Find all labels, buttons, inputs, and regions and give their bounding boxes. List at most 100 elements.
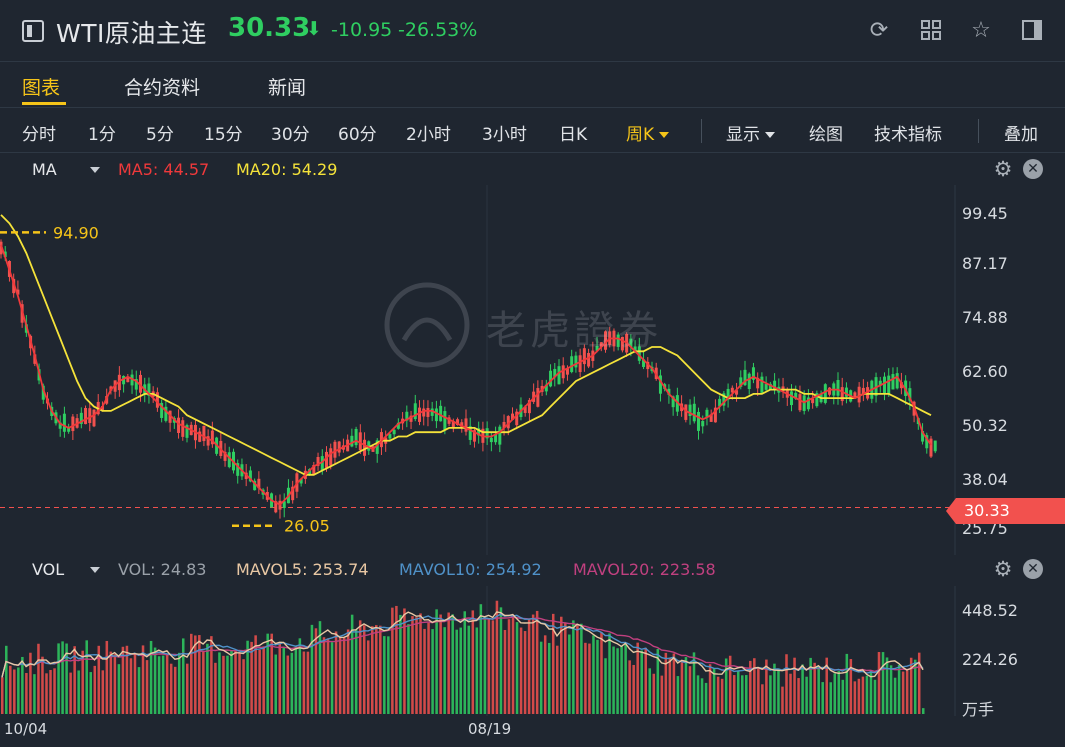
grid-icon[interactable]	[919, 19, 943, 43]
volume-bar	[383, 636, 386, 714]
volume-bar	[491, 620, 495, 714]
close-icon[interactable]: ✕	[1023, 159, 1043, 179]
period-daily[interactable]: 日K	[559, 120, 587, 145]
volume-bar	[61, 641, 64, 714]
sidebar-toggle-icon[interactable]	[22, 20, 44, 42]
volume-bar	[636, 642, 639, 714]
candle-body	[578, 355, 582, 373]
candle-body	[790, 391, 793, 406]
candle-body	[823, 384, 827, 403]
period-5min[interactable]: 5分	[146, 120, 174, 145]
volume-bar	[459, 627, 462, 714]
volume-bar	[475, 627, 479, 714]
volume-bar	[403, 608, 406, 714]
volume-bar	[503, 629, 507, 714]
volume-bar	[41, 656, 44, 714]
volume-bar	[198, 635, 201, 714]
vol-indicator-selector[interactable]: VOL	[32, 560, 64, 579]
period-1min[interactable]: 1分	[88, 120, 116, 145]
volume-bar	[805, 676, 808, 714]
volume-bar	[89, 672, 92, 714]
volume-bar	[371, 626, 374, 714]
volume-bar	[592, 635, 595, 714]
volume-bar	[177, 652, 181, 714]
tab-chart[interactable]: 图表	[22, 73, 60, 100]
header: WTI原油主连 30.33 ⬇ -10.95 -26.53% ⟳ ☆	[0, 0, 1065, 62]
volume-bar	[753, 658, 756, 714]
gear-icon[interactable]: ⚙	[991, 557, 1015, 581]
volume-bar	[262, 646, 265, 714]
volume-bar	[362, 625, 366, 714]
volume-bar	[411, 616, 414, 714]
volume-bar	[600, 632, 603, 714]
volume-bar	[326, 638, 330, 714]
volume-bar	[921, 708, 925, 714]
close-icon[interactable]: ✕	[1023, 559, 1043, 579]
period-timeshare[interactable]: 分时	[22, 120, 56, 145]
volume-bar	[242, 659, 245, 714]
volume-bar	[773, 663, 776, 714]
period-weekly-dropdown[interactable]: 周K	[626, 120, 670, 145]
volume-bar	[556, 645, 559, 714]
period-15min[interactable]: 15分	[204, 120, 243, 145]
period-60min[interactable]: 60分	[338, 120, 377, 145]
tab-contract-info[interactable]: 合约资料	[124, 73, 200, 100]
volume-bar	[455, 629, 458, 714]
period-30min[interactable]: 30分	[271, 120, 310, 145]
draw-button[interactable]: 绘图	[809, 120, 843, 145]
candle-body	[62, 413, 66, 432]
volume-bar	[21, 656, 24, 714]
ma-indicator-selector[interactable]: MA	[32, 160, 57, 179]
volume-bar	[865, 675, 869, 714]
price-chart[interactable]: 94.90 26.05	[0, 185, 1065, 555]
volume-bar	[704, 682, 708, 714]
volume-bar	[190, 633, 193, 714]
volume-bar	[129, 658, 133, 714]
volume-unit-label: 万手	[962, 700, 995, 719]
volume-bar	[588, 643, 591, 714]
chevron-down-icon[interactable]	[90, 567, 100, 573]
volume-bar	[684, 657, 688, 714]
display-dropdown[interactable]: 显示	[726, 120, 775, 145]
period-2hour[interactable]: 2小时	[406, 120, 451, 145]
volume-bar	[17, 667, 20, 714]
indicators-button[interactable]: 技术指标	[874, 120, 942, 145]
volume-bar	[338, 637, 342, 714]
volume-chart[interactable]	[0, 586, 1065, 716]
volume-bar	[105, 640, 109, 714]
tab-news[interactable]: 新闻	[268, 73, 306, 100]
volume-bar	[604, 658, 607, 714]
volume-bar	[543, 635, 547, 714]
gear-icon[interactable]: ⚙	[991, 157, 1015, 181]
candle-body	[434, 408, 438, 422]
divider	[701, 119, 702, 143]
volume-bar	[608, 633, 611, 714]
candle-body	[760, 376, 764, 393]
mavol10-value: MAVOL10: 254.92	[399, 560, 542, 579]
price-change: -10.95	[331, 19, 393, 41]
volume-bar	[785, 654, 788, 714]
overlay-button[interactable]: 叠加	[1004, 120, 1038, 145]
chevron-down-icon[interactable]	[90, 167, 100, 173]
star-icon[interactable]: ☆	[969, 19, 993, 43]
refresh-icon[interactable]: ⟳	[867, 19, 891, 43]
candle-body	[92, 409, 96, 427]
period-3hour[interactable]: 3小时	[482, 120, 527, 145]
instrument-title: WTI原油主连	[56, 19, 207, 48]
price-change-percent: -26.53%	[398, 19, 478, 41]
candle-body	[895, 373, 899, 389]
panel-toggle-icon[interactable]	[1020, 19, 1044, 43]
volume-bar	[230, 650, 233, 714]
volume-bar	[226, 655, 229, 714]
volume-bar	[391, 607, 394, 714]
volume-bar	[672, 653, 676, 714]
volume-bar	[423, 628, 426, 714]
volume-bar	[387, 636, 390, 714]
volume-bar	[539, 641, 543, 714]
mavol20-value: MAVOL20: 223.58	[573, 560, 716, 579]
volume-bar	[447, 612, 450, 714]
ma-indicator-bar: MA MA5: 44.57 MA20: 54.29 ⚙ ✕	[0, 154, 1065, 186]
volume-bar	[149, 640, 153, 714]
price-axis-label: 38.04	[962, 470, 1008, 489]
price-chart-canvas: 94.90 26.05	[0, 185, 956, 555]
